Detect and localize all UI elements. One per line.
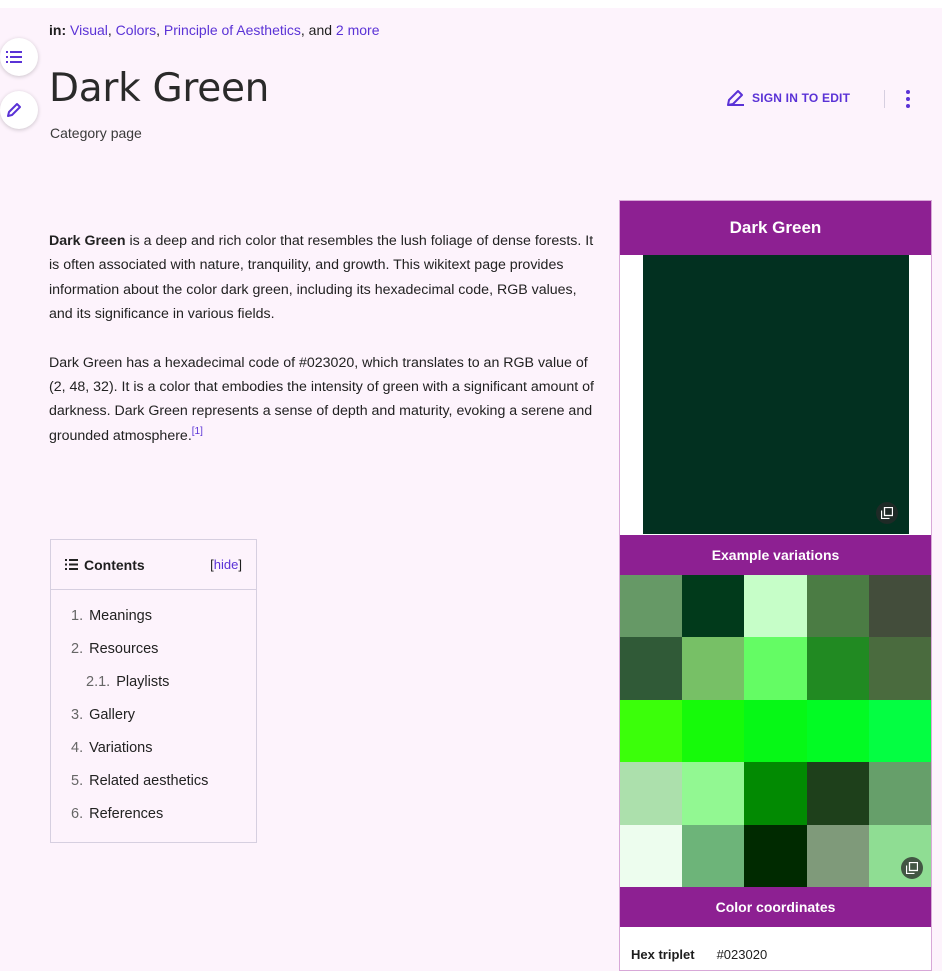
variation-swatch[interactable] — [806, 575, 869, 638]
toc-hide-link[interactable]: hide — [214, 557, 239, 572]
toc-item-variations[interactable]: 4. Variations — [51, 737, 256, 770]
variation-swatch[interactable] — [868, 762, 931, 825]
toc-item-label: Playlists — [116, 674, 170, 690]
edit-rail-button[interactable] — [0, 91, 38, 129]
variation-swatch[interactable] — [806, 824, 869, 887]
page-title: Dark Green — [49, 66, 270, 111]
breadcrumb-link-colors[interactable]: Colors — [116, 22, 156, 38]
toc-item-label: Meanings — [89, 608, 152, 624]
variation-swatch[interactable] — [682, 699, 745, 763]
toc-item-number: 2.1. — [86, 674, 111, 690]
variation-swatch[interactable] — [868, 699, 931, 763]
reference-link[interactable]: [1] — [192, 426, 203, 437]
infobox-title: Dark Green — [620, 201, 931, 255]
toc-item-gallery[interactable]: 3. Gallery — [51, 704, 256, 737]
list-icon — [6, 51, 22, 63]
breadcrumb-separator: , — [107, 22, 116, 38]
variation-swatch[interactable] — [744, 575, 807, 638]
breadcrumb-link-visual[interactable]: Visual — [70, 22, 108, 38]
toc-item-label: Gallery — [89, 707, 136, 723]
toc-item-label: Variations — [89, 740, 153, 756]
toc-hide-toggle: [hide] — [210, 557, 242, 572]
page-subtitle: Category page — [50, 125, 142, 141]
infobox-swatch-container — [620, 255, 931, 535]
intro-bold-term: Dark Green — [49, 233, 126, 249]
intro-paragraph: Dark Green is a deep and rich color that… — [49, 229, 604, 327]
toc-hide-bracket: ] — [238, 557, 242, 572]
hex-triplet-value: #023020 — [716, 946, 768, 962]
color-coordinates-header: Color coordinates — [620, 886, 931, 927]
variation-swatch[interactable] — [806, 762, 869, 825]
toc-item-label: Related aesthetics — [89, 773, 209, 789]
toc-title: Contents — [65, 557, 145, 573]
toc-item-label: Resources — [89, 641, 159, 657]
variation-swatch[interactable] — [682, 824, 745, 887]
variation-swatch[interactable] — [682, 575, 745, 638]
toc-header: Contents [hide] — [51, 540, 256, 590]
toc-item-label: References — [89, 806, 164, 822]
toc-item-resources[interactable]: 2. Resources — [51, 638, 256, 671]
sign-in-to-edit-button[interactable]: SIGN IN TO EDIT — [726, 89, 850, 107]
breadcrumb-and: , and — [300, 22, 336, 38]
toc-item-number: 2. — [71, 641, 84, 657]
variation-swatch[interactable] — [806, 699, 869, 763]
table-of-contents: Contents [hide] 1. Meanings 2. Resources 2… — [50, 539, 257, 843]
intro-text: is a deep and rich color that resembles … — [49, 233, 594, 323]
expand-image-icon[interactable] — [876, 502, 898, 524]
variation-swatch[interactable] — [744, 762, 807, 825]
color-swatch[interactable] — [643, 255, 909, 534]
article-content: Dark Green is a deep and rich color that… — [49, 229, 604, 472]
toc-item-related-aesthetics[interactable]: 5. Related aesthetics — [51, 770, 256, 803]
pencil-icon — [7, 103, 21, 117]
breadcrumb-separator: , — [156, 22, 164, 38]
color-infobox: Dark Green Example variations Color coor… — [619, 200, 932, 971]
variation-swatch[interactable] — [682, 762, 745, 825]
toc-item-number: 5. — [71, 773, 84, 789]
toc-item-number: 3. — [71, 707, 84, 723]
variations-header: Example variations — [620, 535, 931, 575]
breadcrumb-label: in: — [49, 22, 67, 38]
toc-toggle-button[interactable] — [0, 38, 38, 76]
variation-swatch[interactable] — [744, 824, 807, 887]
variation-swatch[interactable] — [868, 824, 931, 887]
variations-grid[interactable] — [620, 575, 931, 887]
variation-swatch[interactable] — [868, 575, 931, 638]
variation-swatch[interactable] — [744, 637, 807, 700]
toc-item-number: 6. — [71, 806, 84, 822]
variation-swatch[interactable] — [620, 637, 683, 700]
hex-triplet-label: Hex triplet — [631, 946, 695, 962]
toolbar-divider — [884, 90, 885, 108]
breadcrumb-link-principle-of-aesthetics[interactable]: Principle of Aesthetics — [164, 22, 301, 38]
toc-item-number: 1. — [71, 608, 84, 624]
toc-list: 1. Meanings 2. Resources 2.1. Playlists 3. G… — [51, 590, 256, 836]
toc-item-references[interactable]: 6. References — [51, 803, 256, 836]
sign-in-to-edit-label: SIGN IN TO EDIT — [752, 91, 851, 105]
toc-item-playlists[interactable]: 2.1. Playlists — [51, 671, 256, 704]
more-options-icon[interactable] — [899, 88, 917, 110]
variation-swatch[interactable] — [744, 699, 807, 763]
hex-triplet-row: Hex triplet #023020 — [620, 927, 931, 970]
toc-item-number: 4. — [71, 740, 84, 756]
pencil-icon — [727, 90, 744, 106]
variation-swatch[interactable] — [620, 699, 683, 763]
breadcrumb-more-link[interactable]: 2 more — [336, 22, 380, 38]
variation-swatch[interactable] — [620, 762, 683, 825]
breadcrumb: in: Visual, Colors, Principle of Aesthet… — [49, 22, 380, 38]
variation-swatch[interactable] — [868, 637, 931, 700]
hex-paragraph: Dark Green has a hexadecimal code of #02… — [49, 351, 604, 449]
toc-item-meanings[interactable]: 1. Meanings — [51, 605, 256, 638]
variation-swatch[interactable] — [620, 575, 683, 638]
variation-swatch[interactable] — [806, 637, 869, 700]
variation-swatch[interactable] — [620, 824, 683, 887]
toc-title-label: Contents — [84, 556, 145, 573]
hex-paragraph-text: Dark Green has a hexadecimal code of #02… — [49, 354, 594, 444]
variation-swatch[interactable] — [682, 637, 745, 700]
expand-image-icon[interactable] — [901, 856, 923, 879]
list-icon — [65, 559, 78, 570]
